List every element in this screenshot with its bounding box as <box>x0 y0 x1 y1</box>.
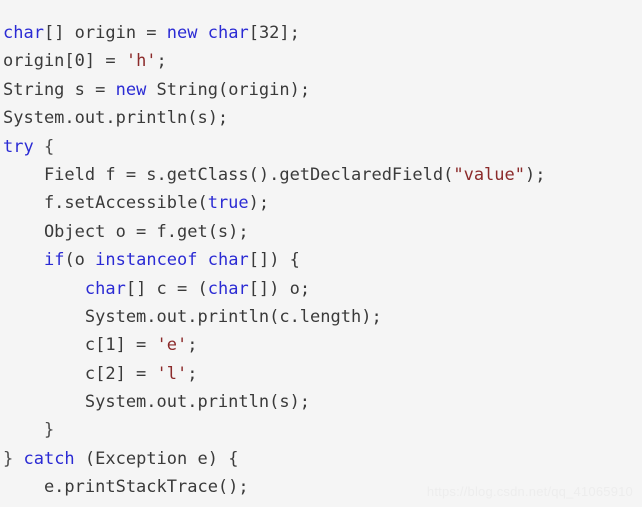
code-token-plain: System.out.println(s); <box>3 392 311 413</box>
code-token-keyword: if <box>43 250 65 271</box>
watermark-text: https://blog.csdn.net/qq_41065910 <box>426 484 633 499</box>
code-line: try { <box>3 133 642 161</box>
code-token-keyword: try <box>3 136 34 157</box>
code-token-plain: []) { <box>248 250 300 271</box>
code-line: Object o = f.get(s); <box>3 218 642 246</box>
code-token-plain: [] c = ( <box>125 278 208 299</box>
code-token-keyword: char <box>3 23 44 43</box>
code-token-keyword: char <box>207 23 249 43</box>
code-token-string: "value" <box>453 164 525 185</box>
code-token-plain: ; <box>187 335 198 356</box>
code-line: f.setAccessible(true); <box>3 189 642 217</box>
code-token-char: 'h' <box>125 51 157 72</box>
code-token-plain: Object o = f.get(s); <box>3 221 249 242</box>
code-token-plain: Field f = s.getClass().getDeclaredField( <box>3 164 454 185</box>
code-line: System.out.println(s); <box>3 104 642 132</box>
code-line: } catch (Exception e) { <box>3 445 642 473</box>
code-token-plain: []) o; <box>248 278 311 299</box>
code-token-plain: [] origin = <box>43 23 167 43</box>
code-token-keyword: char <box>84 278 126 299</box>
code-token-plain: ); <box>248 193 270 214</box>
code-token-plain: ; <box>187 363 198 384</box>
code-token-plain: System.out.println(s); <box>3 108 229 129</box>
code-token-plain: String s = <box>3 79 116 100</box>
code-token-plain: f.setAccessible( <box>3 193 208 214</box>
code-token-keyword: catch <box>23 448 75 469</box>
code-line: c[2] = 'l'; <box>3 360 642 388</box>
code-line: char[] origin = new char[32]; <box>3 19 642 47</box>
code-line: String s = new String(origin); <box>3 76 642 104</box>
code-token-plain: origin[0] = <box>3 51 126 72</box>
code-token-plain: ; <box>156 51 167 72</box>
code-token-keyword: char <box>207 278 249 299</box>
code-token-char: 'e' <box>156 335 188 356</box>
code-line: System.out.println(c.length); <box>3 303 642 331</box>
code-token-keyword: char <box>207 250 249 271</box>
code-line: System.out.println(s); <box>3 388 642 416</box>
code-token-plain: e.printStackTrace(); <box>3 477 249 498</box>
code-line: } <box>3 502 642 507</box>
code-token-punct: } <box>3 448 24 469</box>
code-token-punct: { <box>33 136 55 157</box>
code-token-plain: (Exception e) { <box>74 448 239 469</box>
code-block: char[] origin = new char[32]; origin[0] =… <box>0 13 642 507</box>
code-token-punct: } <box>3 420 55 441</box>
code-line: char[] c = (char[]) o; <box>3 275 642 303</box>
code-token-keyword: new <box>166 23 198 43</box>
code-token-plain: c[1] = <box>3 335 157 356</box>
code-token-keyword: new <box>115 79 147 100</box>
code-token-keyword: true <box>207 193 249 214</box>
code-token-plain: (o <box>64 250 96 271</box>
code-line: origin[0] = 'h'; <box>3 47 642 75</box>
code-token-char: 'l' <box>156 363 188 384</box>
code-token-plain: ); <box>525 164 546 185</box>
code-token-keyword: instanceof <box>95 250 198 271</box>
code-line: if(o instanceof char[]) { <box>3 246 642 274</box>
code-token-plain: c[2] = <box>3 363 157 384</box>
code-token-plain: System.out.println(c.length); <box>3 306 382 327</box>
code-token-plain: String(origin); <box>146 79 311 100</box>
code-line: } <box>3 416 642 444</box>
code-token-plain: [32]; <box>248 23 300 43</box>
code-line: c[1] = 'e'; <box>3 331 642 359</box>
code-screenshot: char[] origin = new char[32]; origin[0] =… <box>0 0 642 507</box>
code-line: Field f = s.getClass().getDeclaredField(… <box>3 161 642 189</box>
